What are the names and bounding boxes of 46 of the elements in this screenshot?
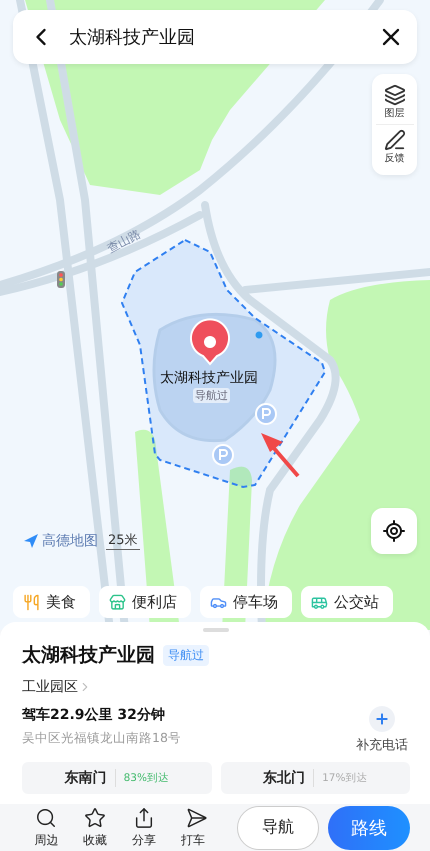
gate-button[interactable]: 东北门 17%到达 xyxy=(220,762,410,794)
search-bar[interactable]: 太湖科技产业园 xyxy=(13,10,417,64)
search-query: 太湖科技产业园 xyxy=(69,26,196,49)
traffic-light-icon xyxy=(57,271,65,288)
locate-icon xyxy=(382,519,406,543)
category-chip[interactable]: 停车场 xyxy=(200,586,292,618)
location-pin-icon xyxy=(190,318,230,365)
arrival-share: 17%到达 xyxy=(322,771,368,785)
add-phone-button[interactable]: 补充电话 xyxy=(356,706,408,754)
drive-info: 驾车22.9公里 32分钟 xyxy=(22,706,166,724)
drag-handle[interactable] xyxy=(203,628,229,632)
category-chip[interactable]: 美食 xyxy=(13,586,90,618)
layers-icon xyxy=(384,84,406,106)
visited-tag: 导航过 xyxy=(163,644,209,666)
category-chip[interactable]: 公交站 xyxy=(301,586,393,618)
gate-name: 东南门 xyxy=(64,769,116,787)
map-logo: 高德地图 xyxy=(23,532,98,550)
place-tag: 导航过 xyxy=(193,388,230,403)
action-button[interactable]: 周边 xyxy=(22,806,71,848)
star-icon xyxy=(84,806,106,828)
plus-icon xyxy=(369,706,395,732)
locate-button[interactable] xyxy=(371,508,417,554)
scale-bar: 25米 xyxy=(106,531,140,550)
action-button[interactable]: 打车 xyxy=(168,806,218,848)
arrival-share: 83%到达 xyxy=(124,771,169,785)
store-icon xyxy=(109,594,126,610)
search-icon xyxy=(35,806,58,828)
map-tool-button[interactable]: 反馈 xyxy=(376,124,414,169)
road-label: 查山路 xyxy=(104,226,144,258)
address: 吴中区光福镇龙山南路18号 xyxy=(22,730,181,747)
logo-icon xyxy=(23,532,39,548)
map-tool-button[interactable]: 图层 xyxy=(376,80,414,124)
place-name: 太湖科技产业园 xyxy=(22,643,155,668)
action-button[interactable]: 分享 xyxy=(120,806,168,848)
entrance-dot xyxy=(256,332,262,338)
pointer-arrow xyxy=(261,433,300,478)
fork-knife-icon xyxy=(23,594,40,610)
gate-button[interactable]: 东南门 83%到达 xyxy=(22,762,212,794)
place-label: 太湖科技产业园 xyxy=(160,369,258,387)
category-chip[interactable]: 便利店 xyxy=(99,586,191,618)
pen-icon xyxy=(384,129,406,151)
category-link[interactable]: 工业园区 xyxy=(22,678,92,696)
gate-name: 东北门 xyxy=(263,769,314,787)
action-button[interactable]: 收藏 xyxy=(70,806,120,848)
route-button[interactable]: 路线 xyxy=(328,806,410,850)
navigate-button[interactable]: 导航 xyxy=(237,806,320,850)
